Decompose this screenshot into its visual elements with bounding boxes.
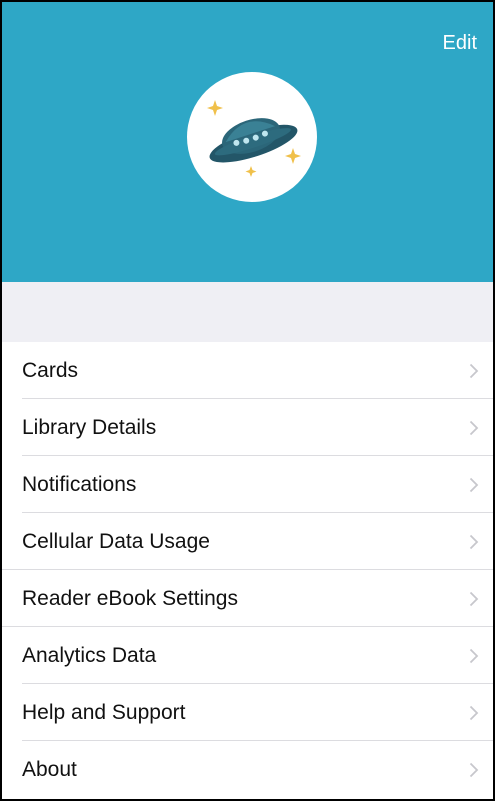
- chevron-right-icon: [469, 762, 479, 778]
- menu-item-label: Analytics Data: [22, 643, 157, 667]
- chevron-right-icon: [469, 363, 479, 379]
- menu-item-reader-ebook-settings[interactable]: Reader eBook Settings: [2, 570, 493, 627]
- menu-item-label: Cards: [22, 358, 79, 382]
- chevron-right-icon: [469, 534, 479, 550]
- menu-item-cellular-data-usage[interactable]: Cellular Data Usage: [2, 513, 493, 570]
- avatar: [187, 72, 317, 202]
- settings-menu-list: Cards Library Details Notifications Cell…: [2, 342, 493, 798]
- profile-header: Edit: [2, 2, 493, 282]
- menu-item-about[interactable]: About: [2, 741, 493, 798]
- menu-item-label: Library Details: [22, 415, 157, 439]
- menu-item-cards[interactable]: Cards: [2, 342, 493, 399]
- menu-item-label: About: [22, 757, 77, 781]
- menu-item-label: Help and Support: [22, 700, 186, 724]
- chevron-right-icon: [469, 591, 479, 607]
- chevron-right-icon: [469, 705, 479, 721]
- chevron-right-icon: [469, 648, 479, 664]
- edit-button[interactable]: Edit: [443, 32, 477, 55]
- menu-item-label: Reader eBook Settings: [22, 586, 238, 610]
- menu-item-analytics-data[interactable]: Analytics Data: [2, 627, 493, 684]
- menu-item-library-details[interactable]: Library Details: [2, 399, 493, 456]
- menu-item-help-and-support[interactable]: Help and Support: [2, 684, 493, 741]
- section-spacer: [2, 282, 493, 342]
- menu-item-label: Cellular Data Usage: [22, 529, 210, 553]
- ufo-icon: [207, 100, 301, 177]
- chevron-right-icon: [469, 420, 479, 436]
- chevron-right-icon: [469, 477, 479, 493]
- menu-item-notifications[interactable]: Notifications: [2, 456, 493, 513]
- menu-item-label: Notifications: [22, 472, 137, 496]
- settings-screen: Edit Cards Library Details Notifications…: [0, 0, 495, 801]
